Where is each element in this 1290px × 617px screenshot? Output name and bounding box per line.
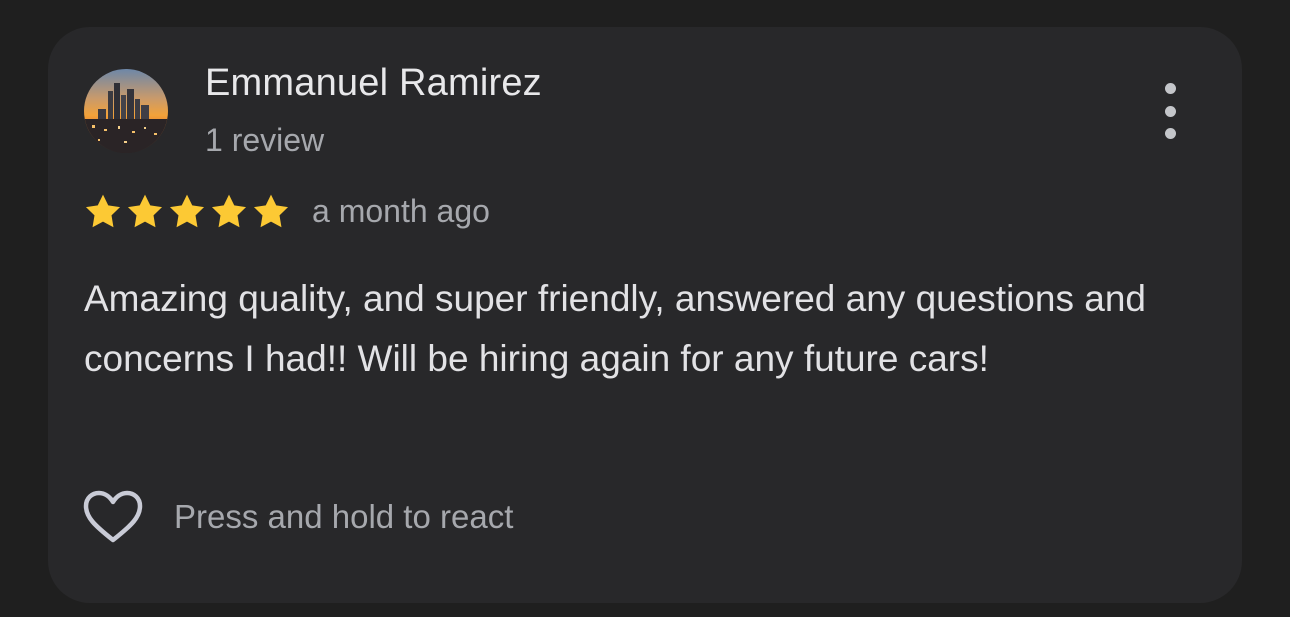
review-text: Amazing quality, and super friendly, ans… <box>84 278 1146 379</box>
more-vertical-icon-dot <box>1164 128 1176 139</box>
star-icon <box>125 193 165 229</box>
star-icon <box>251 193 291 229</box>
city-skyline-avatar-image <box>84 69 168 153</box>
review-card: Emmanuel Ramirez 1 review a month ago Am… <box>48 27 1242 603</box>
avatar[interactable] <box>84 69 168 153</box>
react-button[interactable]: Press and hold to react <box>82 489 513 545</box>
star-rating <box>83 193 291 229</box>
star-icon <box>167 193 207 229</box>
heart-outline-icon[interactable] <box>82 489 144 545</box>
review-timestamp: a month ago <box>312 193 490 229</box>
react-label: Press and hold to react <box>174 498 514 535</box>
more-vertical-icon-dot <box>1164 83 1176 94</box>
star-icon <box>83 193 123 229</box>
more-options-button[interactable] <box>1148 83 1192 139</box>
more-vertical-icon-dot <box>1164 105 1176 117</box>
author-review-count[interactable]: 1 review <box>205 122 324 159</box>
star-icon <box>209 193 249 229</box>
author-name[interactable]: Emmanuel Ramirez <box>205 62 542 105</box>
